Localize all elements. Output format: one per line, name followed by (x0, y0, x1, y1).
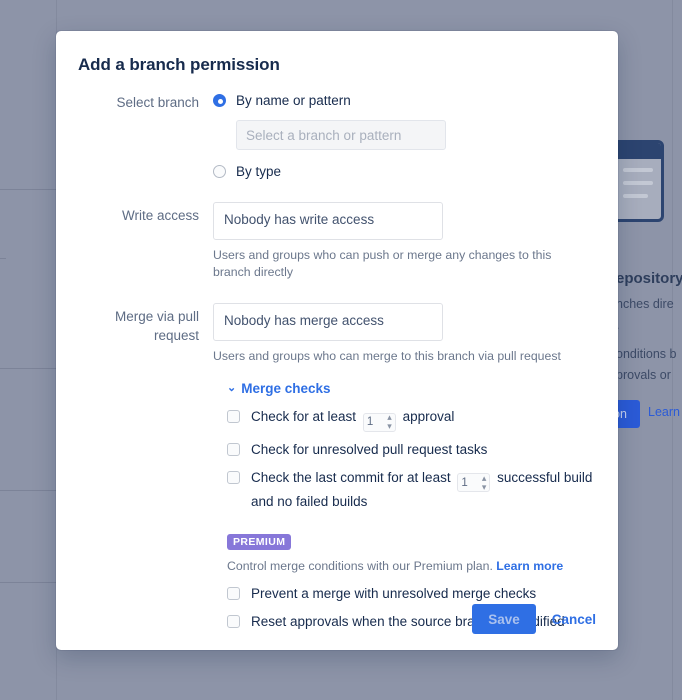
build-text-before: Check the last commit for at least (251, 469, 451, 485)
branch-pattern-input[interactable]: Select a branch or pattern (236, 120, 446, 150)
build-count-stepper[interactable]: 1 ▴ ▾ (457, 473, 491, 492)
merge-checks-section: ⌄ Merge checks Check for at least 1 ▴ ▾ a… (213, 381, 596, 632)
premium-note-text: Control merge conditions with our Premiu… (227, 559, 493, 573)
write-access-input[interactable]: Nobody has write access (213, 202, 443, 240)
radio-indicator-by-type[interactable] (213, 164, 226, 178)
radio-indicator-by-name[interactable] (213, 93, 226, 107)
merge-checks-toggle-label: Merge checks (241, 381, 331, 396)
merge-access-help: Users and groups who can merge to this b… (213, 349, 561, 363)
background-heading: epository (616, 270, 682, 287)
merge-check-approval-text: Check for at least 1 ▴ ▾ approval (251, 407, 454, 432)
radio-by-name-or-pattern[interactable]: By name or pattern (213, 89, 596, 111)
merge-access-label: Merge via pull request (114, 309, 199, 343)
approval-count-value: 1 (366, 416, 374, 428)
illustration-line (623, 181, 653, 185)
premium-learn-more-link[interactable]: Learn more (496, 559, 563, 573)
merge-access-value: Nobody has merge access (224, 313, 384, 328)
write-access-field: Nobody has write access Users and groups… (213, 202, 596, 281)
write-access-help: Users and groups who can push or merge a… (213, 248, 552, 279)
add-branch-permission-dialog: Add a branch permission Select branch By… (56, 31, 618, 650)
premium-badge: PREMIUM (227, 534, 292, 550)
approval-text-before: Check for at least (251, 409, 357, 424)
repository-illustration-icon (612, 140, 664, 222)
premium-check-prevent-merge-text: Prevent a merge with unresolved merge ch… (251, 586, 537, 601)
checkbox-prevent-merge[interactable] (227, 587, 240, 600)
background-learn-link[interactable]: Learn (648, 405, 680, 419)
approval-count-stepper[interactable]: 1 ▴ ▾ (362, 412, 396, 432)
merge-checks-toggle[interactable]: ⌄ Merge checks (227, 381, 331, 396)
merge-access-input[interactable]: Nobody has merge access (213, 303, 443, 341)
radio-by-type[interactable]: By type (213, 160, 596, 182)
branch-pattern-placeholder: Select a branch or pattern (246, 127, 402, 143)
dialog-footer: Save Cancel (472, 604, 596, 634)
checkbox-reset-approvals[interactable] (227, 615, 240, 628)
merge-check-successful-build-text: Check the last commit for at least 1 ▴ ▾ … (251, 468, 596, 513)
background-description-line: nches dire (616, 297, 674, 311)
stepper-arrows-icon[interactable]: ▴ ▾ (387, 413, 392, 431)
chevron-down-icon: ⌄ (227, 382, 237, 394)
illustration-line (623, 194, 649, 198)
merge-access-field: Nobody has merge access Users and groups… (213, 303, 596, 365)
build-count-value: 1 (461, 476, 468, 489)
checkbox-approval[interactable] (227, 410, 240, 423)
select-branch-row: Select branch By name or pattern Select … (78, 89, 596, 182)
premium-check-prevent-merge[interactable]: Prevent a merge with unresolved merge ch… (227, 584, 596, 604)
dialog-title: Add a branch permission (78, 55, 280, 74)
checkbox-unresolved-tasks[interactable] (227, 442, 240, 456)
merge-check-unresolved-tasks-text: Check for unresolved pull request tasks (251, 441, 488, 457)
radio-label-by-name: By name or pattern (236, 92, 351, 108)
illustration-line (623, 168, 653, 172)
cancel-button[interactable]: Cancel (552, 612, 596, 627)
background-description-line: provals or (616, 368, 671, 382)
approval-text-after: approval (402, 409, 455, 424)
branch-permission-form: Select branch By name or pattern Select … (56, 75, 618, 632)
background-description-line: onditions b (616, 347, 677, 361)
merge-check-approval[interactable]: Check for at least 1 ▴ ▾ approval (227, 407, 596, 432)
stepper-arrows-icon[interactable]: ▴ ▾ (482, 473, 487, 492)
premium-note: Control merge conditions with our Premiu… (227, 559, 596, 573)
merge-access-row: Merge via pull request Nobody has merge … (78, 303, 596, 365)
background-divider (0, 258, 6, 259)
merge-check-successful-build[interactable]: Check the last commit for at least 1 ▴ ▾ … (227, 468, 596, 513)
write-access-value: Nobody has write access (224, 212, 375, 227)
write-access-label: Write access (121, 208, 199, 223)
save-button[interactable]: Save (472, 604, 536, 634)
checkbox-successful-build[interactable] (227, 470, 240, 484)
merge-check-unresolved-tasks[interactable]: Check for unresolved pull request tasks (227, 440, 596, 460)
illustration-header-bar (615, 143, 661, 159)
radio-label-by-type: By type (236, 163, 282, 179)
select-branch-field: By name or pattern Select a branch or pa… (213, 89, 596, 182)
select-branch-label: Select branch (116, 95, 199, 110)
write-access-row: Write access Nobody has write access Use… (78, 202, 596, 281)
